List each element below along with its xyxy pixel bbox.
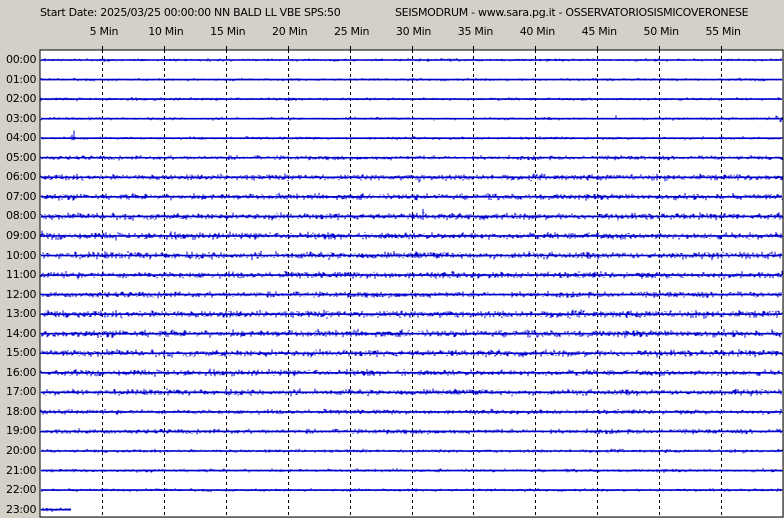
helicorder-plot [39, 46, 784, 518]
